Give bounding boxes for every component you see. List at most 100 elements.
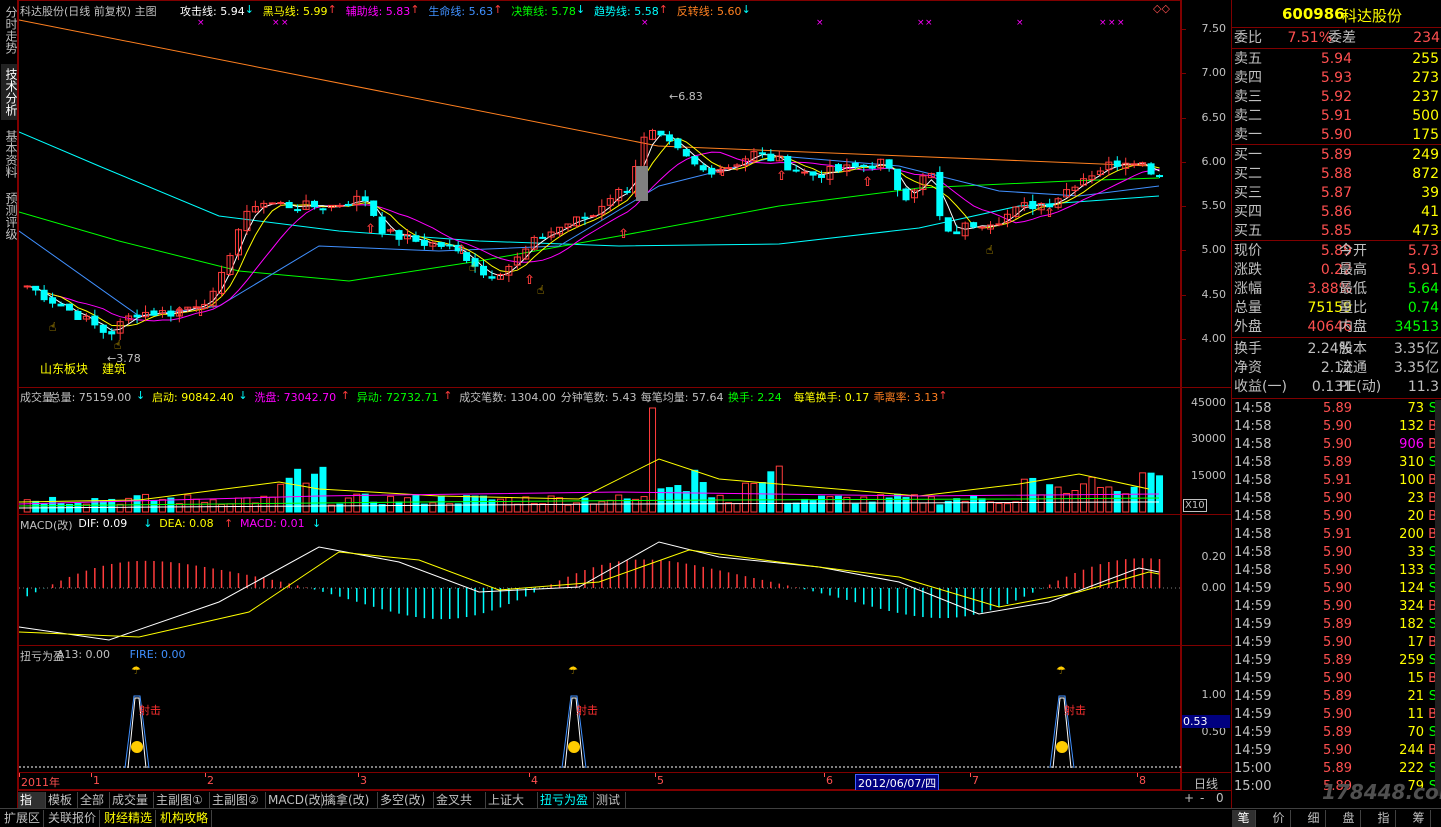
weibi-value: 7.51% [1287, 30, 1332, 46]
candle-body [268, 202, 276, 205]
tick-row[interactable]: 14:59 5.89 21 S [1232, 688, 1441, 706]
tick-row[interactable]: 14:58 5.91 100 B [1232, 472, 1441, 490]
tick-time: 14:58 [1234, 401, 1272, 416]
tick-row[interactable]: 14:58 5.89 73 S [1232, 400, 1441, 418]
tick-row[interactable]: 15:00 5.89 222 S [1232, 760, 1441, 778]
volume-bar [158, 499, 166, 513]
zoom-out-button[interactable]: - [1200, 791, 1204, 805]
indicator-tab[interactable]: 擒拿(改) [322, 792, 378, 808]
tab-fundamentals[interactable]: 基本资料 [1, 126, 18, 182]
tick-row[interactable]: 14:58 5.90 20 B [1232, 508, 1441, 526]
volume-chart[interactable] [19, 404, 1181, 514]
tick-mark [1181, 206, 1186, 208]
indicator-tab[interactable]: 主副图① [154, 792, 210, 808]
tab-forecast-rating[interactable]: 预测评级 [1, 188, 18, 244]
zoom-in-button[interactable]: + [1184, 791, 1194, 805]
panel-divider [18, 645, 1231, 646]
tab-intraday[interactable]: 分时走势 [1, 2, 18, 58]
quote-view-tab[interactable]: 细 [1302, 810, 1326, 827]
tick-scrollbar[interactable] [1435, 400, 1441, 796]
volume-tick-label: 15000 [1191, 469, 1226, 482]
tick-row[interactable]: 14:59 5.90 324 B [1232, 598, 1441, 616]
book-price: 5.86 [1320, 204, 1352, 220]
signal-chart[interactable]: 射击 ☂ 射击 ☂ 射击 ☂ [19, 662, 1181, 772]
buy-arrow-icon: ⇧ [174, 305, 185, 320]
volume-bar [834, 495, 842, 513]
volume-bar [987, 501, 995, 513]
quote-view-tab[interactable]: 盘 [1337, 810, 1361, 827]
tick-row[interactable]: 14:58 5.89 310 S [1232, 454, 1441, 472]
legend-arrow-icon: ↓ [576, 3, 586, 16]
indicator-tab[interactable]: MACD(改) [266, 792, 325, 808]
indicator-tab[interactable]: 扭亏为盈 [538, 792, 594, 808]
bottom-tab[interactable]: 关联报价 [46, 810, 100, 827]
indicator-tab[interactable]: 全部 [78, 792, 110, 808]
tick-time: 14:59 [1234, 689, 1272, 704]
volume-bar [750, 482, 758, 513]
quote-view-tab[interactable]: 价 [1267, 810, 1291, 827]
price-tick-label: 6.50 [1201, 110, 1227, 124]
tick-row[interactable]: 14:58 5.90 906 B [1232, 436, 1441, 454]
price-tick-label: 7.50 [1201, 22, 1227, 35]
book-price: 5.90 [1320, 127, 1352, 143]
indicator-tab[interactable]: 指标 [18, 792, 46, 823]
quote-view-tab[interactable]: 筹 [1407, 810, 1431, 827]
tick-row[interactable]: 14:59 5.89 70 S [1232, 724, 1441, 742]
macd-chart[interactable] [19, 532, 1181, 644]
tick-row[interactable]: 14:59 5.89 259 S [1232, 652, 1441, 670]
date-tick [19, 773, 20, 777]
tick-volume: 70 [1407, 725, 1424, 740]
diamond-icon[interactable]: ◇◇ [1153, 2, 1170, 15]
indicator-tab[interactable]: 成交量 [110, 792, 154, 808]
tick-row[interactable]: 14:58 5.91 200 B [1232, 526, 1441, 544]
quote-header: 600986 科达股份 [1232, 0, 1441, 28]
indicator-tab[interactable]: 上证大盘 [486, 792, 538, 823]
volume-bar [809, 500, 817, 513]
quote-view-tab[interactable]: 笔 [1232, 810, 1256, 827]
tick-volume: 15 [1407, 671, 1424, 686]
tick-row[interactable]: 14:59 5.90 11 B [1232, 706, 1441, 724]
date-tick [91, 773, 92, 777]
candle-body [74, 310, 82, 320]
tick-mark [1181, 339, 1186, 340]
tick-row[interactable]: 14:58 5.90 23 B [1232, 490, 1441, 508]
price-tick-label: 6.00 [1201, 154, 1227, 168]
tick-price: 5.90 [1323, 491, 1352, 506]
indicator-tab[interactable]: 模板 [46, 792, 78, 808]
tick-row[interactable]: 14:58 5.90 33 S [1232, 544, 1441, 562]
tick-row[interactable]: 14:59 5.89 182 S [1232, 616, 1441, 634]
tick-row[interactable]: 14:59 5.90 17 B [1232, 634, 1441, 652]
legend-item: 乖离率: 3.13 [873, 391, 939, 404]
tick-row[interactable]: 14:59 5.90 244 B [1232, 742, 1441, 760]
candlestick-chart[interactable]: ←6.83←3.78⇧ ⇧⇧⇧⇧⇧⇧ ⇧ ⇧⇧☝☝☝☝☝× × × × × × × × × × × [19, 16, 1181, 386]
indicator-tab[interactable]: 多空(改) [378, 792, 434, 808]
book-volume: 473 [1412, 223, 1439, 239]
book-level-label: 卖二 [1234, 108, 1262, 124]
volume-bar [665, 487, 673, 513]
legend-item: 异动: 72732.71 [356, 391, 439, 404]
tick-row[interactable]: 14:59 5.90 15 B [1232, 670, 1441, 688]
candle-body [133, 314, 141, 318]
stat-label: 净资 [1234, 360, 1262, 376]
stat-row: 现价 5.89 今开 5.73 [1232, 242, 1441, 260]
candle-body [370, 200, 378, 216]
indicator-tab[interactable]: 金叉共振 [434, 792, 486, 823]
volume-bar [209, 499, 217, 513]
date-tick [358, 773, 359, 777]
date-axis: 2011年 1 2 3 4 5 6 7 8 [19, 773, 1181, 790]
coin-icon [568, 741, 580, 753]
tick-row[interactable]: 14:58 5.90 132 B [1232, 418, 1441, 436]
bottom-tab[interactable]: 机构攻略 [158, 810, 212, 827]
indicator-tab[interactable]: 主副图② [210, 792, 266, 808]
quote-view-tab[interactable]: 指 [1372, 810, 1396, 827]
tick-row[interactable]: 14:58 5.90 133 S [1232, 562, 1441, 580]
bottom-tab[interactable]: 扩展区 [2, 810, 44, 827]
tick-list[interactable]: 14:58 5.89 73 S 14:58 5.90 132 B 14:58 5.90 906 B 14… [1232, 400, 1441, 796]
indicator-tab[interactable]: 测试 [594, 792, 626, 808]
tab-technical-analysis[interactable]: 技术分析 [1, 64, 18, 120]
date-label: 5 [657, 774, 664, 787]
zoom-reset-button[interactable]: 0 [1216, 791, 1224, 805]
bottom-tab[interactable]: 财经精选 [102, 810, 156, 827]
tick-time: 14:58 [1234, 509, 1272, 524]
tick-row[interactable]: 14:59 5.90 124 S [1232, 580, 1441, 598]
